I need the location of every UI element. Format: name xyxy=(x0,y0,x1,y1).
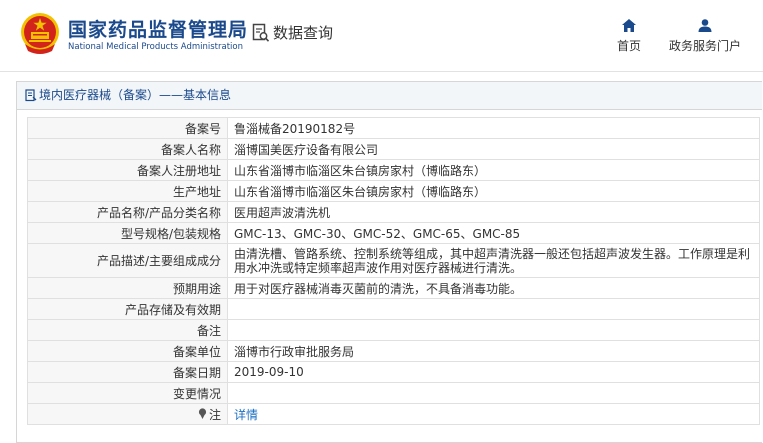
field-value: 山东省淄博市临淄区朱台镇房家村（博临路东） xyxy=(227,159,760,181)
table-row: 备案单位 淄博市行政审批服务局 xyxy=(27,340,760,362)
field-label-note: 注 xyxy=(27,403,228,425)
org-name-cn: 国家药品监督管理局 xyxy=(68,19,249,41)
field-label: 产品存储及有效期 xyxy=(27,298,228,320)
table-row: 预期用途 用于对医疗器械消毒灭菌前的清洗，不具备消毒功能。 xyxy=(27,277,760,299)
field-value: 淄博市行政审批服务局 xyxy=(227,340,760,362)
field-value xyxy=(227,319,760,341)
field-label: 备案单位 xyxy=(27,340,228,362)
national-emblem-icon xyxy=(21,13,59,54)
table-row: 产品名称/产品分类名称 医用超声波清洗机 xyxy=(27,201,760,223)
table-row: 产品描述/主要组成成分 由清洗槽、管路系统、控制系统等组成，其中超声清洗器一般还… xyxy=(27,243,760,278)
table-row: 备案日期 2019-09-10 xyxy=(27,361,760,383)
nav-gov-service-portal[interactable]: 政务服务门户 xyxy=(660,19,750,54)
record-table: 备案号 鲁淄械备20190182号 备案人名称 淄博国美医疗设备有限公司 备案人… xyxy=(27,117,760,425)
field-value xyxy=(227,298,760,320)
field-value: GMC-13、GMC-30、GMC-52、GMC-65、GMC-85 xyxy=(227,222,760,244)
field-value: 由清洗槽、管路系统、控制系统等组成，其中超声清洗器一般还包括超声波发生器。工作原… xyxy=(227,243,760,278)
field-label: 型号规格/包装规格 xyxy=(27,222,228,244)
org-name-en: National Medical Products Administration xyxy=(68,42,243,52)
site-header: 国家药品监督管理局 National Medical Products Admi… xyxy=(0,0,763,70)
field-value xyxy=(227,382,760,404)
nav-home-label: 首页 xyxy=(616,39,641,53)
field-label: 备案人注册地址 xyxy=(27,159,228,181)
field-label: 备案日期 xyxy=(27,361,228,383)
db-title-text: 数据查询 xyxy=(273,24,334,42)
table-row: 注 详情 xyxy=(27,403,760,425)
document-search-icon xyxy=(252,23,270,42)
table-row: 生产地址 山东省淄博市临淄区朱台镇房家村（博临路东） xyxy=(27,180,760,202)
pin-icon xyxy=(198,407,207,419)
field-value: 淄博国美医疗设备有限公司 xyxy=(227,138,760,160)
panel-title-bar: 境内医疗器械（备案）——基本信息 xyxy=(17,82,762,110)
document-icon xyxy=(25,89,37,102)
note-label: 注 xyxy=(208,407,221,422)
header-divider xyxy=(0,71,763,72)
field-value: 2019-09-10 xyxy=(227,361,760,383)
field-label: 产品描述/主要组成成分 xyxy=(27,243,228,278)
details-link[interactable]: 详情 xyxy=(234,408,258,422)
field-label: 预期用途 xyxy=(27,277,228,299)
user-icon xyxy=(698,19,712,32)
field-label: 备案人名称 xyxy=(27,138,228,160)
database-query-title: 数据查询 xyxy=(252,22,333,43)
field-label: 备案号 xyxy=(27,117,228,139)
table-row: 产品存储及有效期 xyxy=(27,298,760,320)
table-row: 型号规格/包装规格 GMC-13、GMC-30、GMC-52、GMC-65、GM… xyxy=(27,222,760,244)
field-value: 详情 xyxy=(227,403,760,425)
field-label: 变更情况 xyxy=(27,382,228,404)
field-value: 鲁淄械备20190182号 xyxy=(227,117,760,139)
field-value: 医用超声波清洗机 xyxy=(227,201,760,223)
table-row: 备案人名称 淄博国美医疗设备有限公司 xyxy=(27,138,760,160)
field-value: 山东省淄博市临淄区朱台镇房家村（博临路东） xyxy=(227,180,760,202)
record-panel: 境内医疗器械（备案）——基本信息 备案号 鲁淄械备20190182号 备案人名称… xyxy=(16,81,762,443)
panel-title-text: 境内医疗器械（备案）——基本信息 xyxy=(39,88,232,102)
table-row: 变更情况 xyxy=(27,382,760,404)
table-row: 备注 xyxy=(27,319,760,341)
description-text: 由清洗槽、管路系统、控制系统等组成，其中超声清洗器一般还包括超声波发生器。工作原… xyxy=(234,246,751,275)
field-label: 备注 xyxy=(27,319,228,341)
home-icon xyxy=(622,19,636,32)
field-label: 生产地址 xyxy=(27,180,228,202)
field-value: 用于对医疗器械消毒灭菌前的清洗，不具备消毒功能。 xyxy=(227,277,760,299)
nav-gov-label: 政务服务门户 xyxy=(668,39,741,53)
field-label: 产品名称/产品分类名称 xyxy=(27,201,228,223)
table-row: 备案号 鲁淄械备20190182号 xyxy=(27,117,760,139)
table-row: 备案人注册地址 山东省淄博市临淄区朱台镇房家村（博临路东） xyxy=(27,159,760,181)
